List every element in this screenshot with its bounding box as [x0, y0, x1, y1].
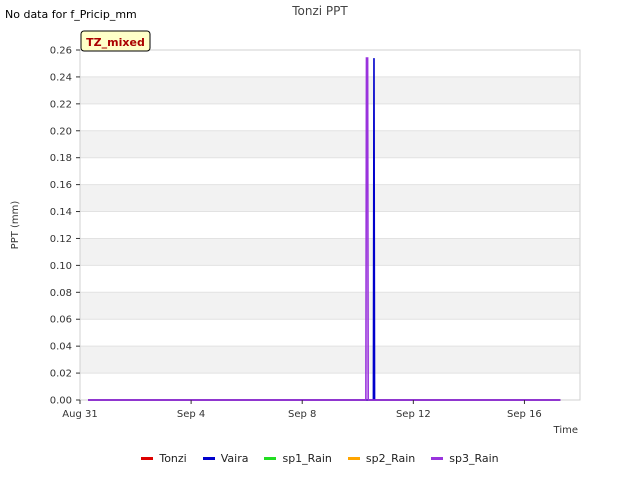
legend-item-sp3-rain: sp3_Rain	[431, 452, 499, 465]
legend-label: Vaira	[220, 452, 249, 465]
legend-item-vaira: Vaira	[202, 452, 249, 465]
y-tick-label: 0.06	[50, 315, 72, 326]
grid-band	[80, 292, 580, 320]
y-tick-label: 0.22	[50, 99, 72, 110]
grid-band	[80, 103, 580, 131]
x-tick-label: Sep 16	[507, 409, 542, 420]
y-tick-label: 0.14	[50, 207, 72, 218]
legend-label: sp2_Rain	[365, 452, 416, 465]
x-axis-label: Time	[553, 425, 578, 436]
grid-band	[80, 184, 580, 212]
grid-band	[80, 373, 580, 400]
site-badge-label: TZ_mixed	[86, 36, 145, 49]
grid-bands	[80, 50, 580, 400]
grid-band	[80, 76, 580, 104]
y-tick-label: 0.26	[50, 46, 72, 57]
legend-label: Tonzi	[159, 452, 187, 465]
grid-band	[80, 265, 580, 293]
y-tick-label: 0.18	[50, 153, 72, 164]
grid-band	[80, 50, 580, 77]
x-axis: Aug 31 Sep 4 Sep 8 Sep 12 Sep 16	[62, 400, 542, 420]
y-axis-label: PPT (mm)	[10, 201, 21, 250]
legend-label: sp1_Rain	[282, 452, 332, 465]
legend-item-tonzi: Tonzi	[141, 452, 187, 465]
y-tick-label: 0.10	[50, 261, 72, 272]
y-axis: 0.00 0.02 0.04 0.06 0.08 0.10 0.12 0.14 0.16 0.18…	[50, 46, 80, 407]
chart-legend: Tonzi Vaira sp1_Rain sp2_Rain sp3_Rain	[0, 452, 640, 465]
ppt-chart: 0.00 0.02 0.04 0.06 0.08 0.10 0.12 0.14 0.16 0.18…	[10, 4, 581, 436]
legend-swatch	[202, 457, 215, 460]
legend-swatch	[347, 457, 360, 460]
y-tick-label: 0.00	[50, 396, 72, 407]
y-tick-label: 0.02	[50, 369, 72, 380]
site-badge: TZ_mixed	[80, 30, 151, 52]
grid-band	[80, 130, 580, 158]
legend-swatch	[141, 457, 154, 460]
x-tick-label: Sep 8	[288, 409, 316, 420]
grid-band	[80, 211, 580, 239]
y-tick-label: 0.24	[50, 72, 72, 83]
legend-label: sp3_Rain	[449, 452, 499, 465]
legend-swatch	[431, 457, 444, 460]
grid-band	[80, 157, 580, 185]
legend-item-sp2-rain: sp2_Rain	[347, 452, 416, 465]
y-tick-label: 0.08	[50, 288, 72, 299]
x-tick-label: Sep 4	[177, 409, 205, 420]
chart-title: Tonzi PPT	[291, 4, 348, 18]
y-tick-label: 0.04	[50, 342, 72, 353]
grid-band	[80, 238, 580, 266]
grid-band	[80, 319, 580, 347]
legend-item-sp1-rain: sp1_Rain	[264, 452, 332, 465]
x-tick-label: Sep 12	[396, 409, 431, 420]
grid-band	[80, 346, 580, 374]
y-tick-label: 0.20	[50, 126, 72, 137]
x-tick-label: Aug 31	[62, 409, 97, 420]
y-tick-label: 0.12	[50, 234, 72, 245]
legend-swatch	[264, 457, 277, 460]
y-tick-label: 0.16	[50, 180, 72, 191]
